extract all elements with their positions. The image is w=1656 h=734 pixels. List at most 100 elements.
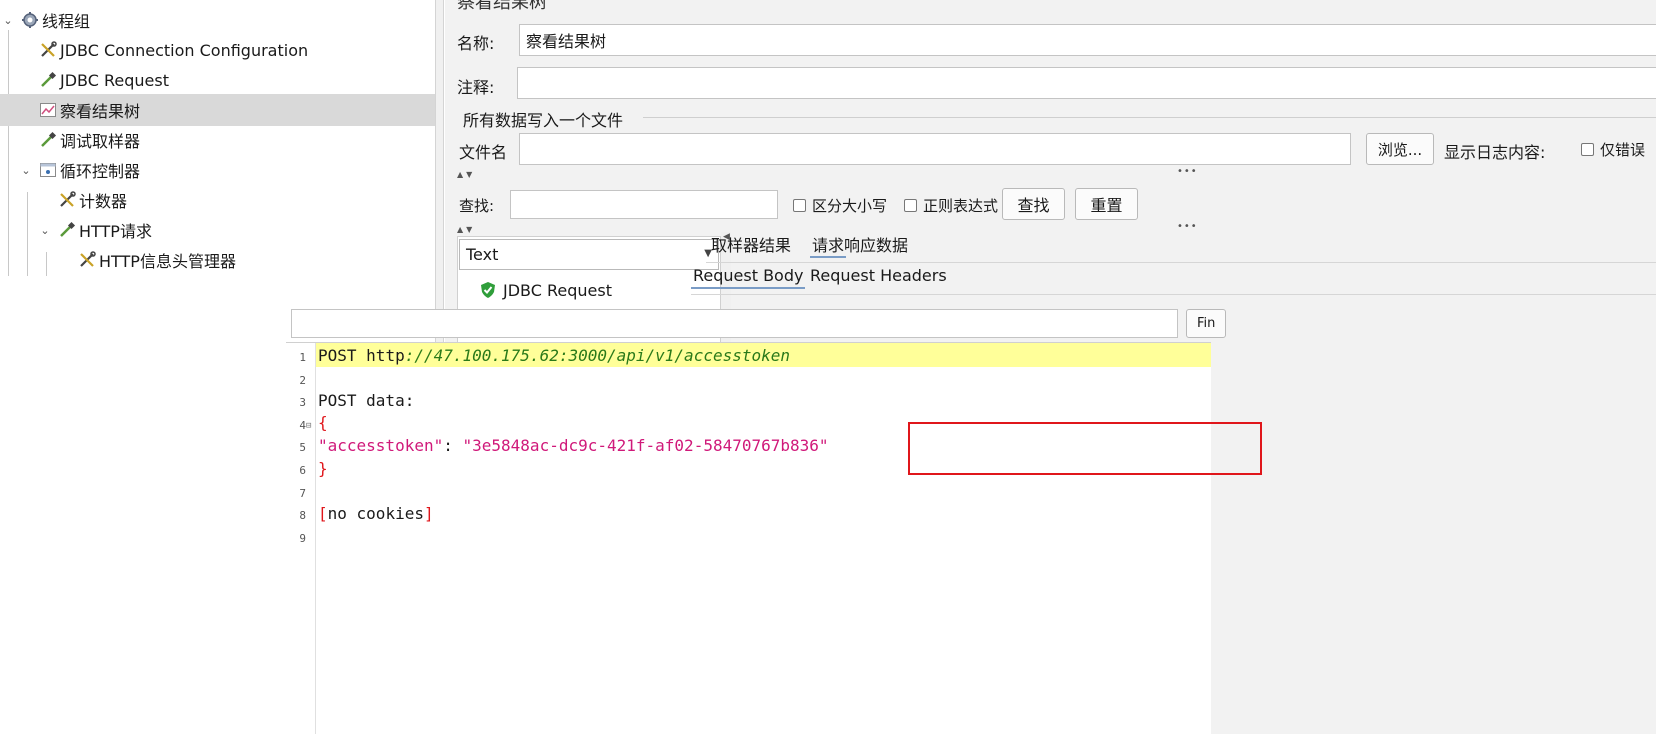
subtab-divider [691,294,1656,295]
tab-request[interactable]: 请求 [810,232,847,258]
tree-item-label: 线程组 [42,12,91,31]
comment-field[interactable] [517,67,1656,99]
filename-field[interactable] [519,133,1351,165]
checkbox-box[interactable] [793,199,806,212]
http-method: POST [318,345,367,365]
tree-item-counter[interactable]: 计数器 [0,184,435,216]
fold-toggle-icon[interactable]: ⊟ [306,421,311,431]
line-number-gutter: 1 2 3 4 ⊟ 5 6 7 8 9 [286,343,316,734]
chevron-down-icon[interactable]: ⌄ [20,164,32,177]
tree-item-label: 计数器 [79,192,128,211]
checkbox-box[interactable] [1581,143,1594,156]
tree-item-label: 循环控制器 [60,162,141,181]
name-field-value: 察看结果树 [526,32,607,51]
tab-divider [706,262,1656,263]
line-number: 1 [299,351,306,364]
result-item[interactable]: JDBC Request [457,274,721,306]
section-divider [643,117,1656,118]
tree-item-label: JDBC Connection Configuration [60,40,309,60]
line-number: 4 [299,418,306,432]
tree-item-label: JDBC Request [60,70,169,90]
browse-button[interactable]: 浏览... [1366,133,1434,165]
checkbox-box[interactable] [904,199,917,212]
regex-label: 正则表达式 [923,197,999,215]
json-brace: { [318,413,328,433]
body-find-button[interactable]: Fin [1186,309,1226,338]
name-label: 名称: [457,34,495,53]
reset-button[interactable]: 重置 [1075,188,1138,220]
renderer-select[interactable]: Text ▼ [459,239,719,270]
case-sensitive-label: 区分大小写 [812,197,888,215]
case-sensitive-checkbox[interactable]: 区分大小写 [793,195,887,216]
tree-item-jdbc-request[interactable]: JDBC Request [0,64,435,96]
regex-checkbox[interactable]: 正则表达式 [904,195,998,216]
line-number: 6 [299,464,306,477]
tab-request-headers[interactable]: Request Headers [808,266,949,285]
tree-item-http-request[interactable]: ⌄ HTTP请求 [0,214,435,246]
line-number: 8 [299,509,306,523]
line-number: 7 [299,486,306,500]
request-url: ://47.100.175.62:3000/api/v1/accesstoken [404,345,791,365]
chevron-down-icon[interactable]: ⌄ [2,14,14,27]
wrench-icon [57,190,77,210]
tab-sampler-result[interactable]: 取样器结果 [709,232,793,256]
pipette-icon [57,220,77,240]
line-number: 2 [299,373,306,387]
json-value: "3e5848ac-dc9c-421f-af02-58470767b836" [462,435,829,455]
file-section-title: 所有数据写入一个文件 [463,111,624,130]
line-number: 9 [299,531,306,545]
bracket: [ [318,503,328,523]
log-content-label: 显示日志内容: [1444,143,1546,162]
panel-title: 察看结果树 [457,0,547,13]
tree-item-label: HTTP信息头管理器 [99,252,236,271]
tab-response-data[interactable]: 响应数据 [842,232,910,256]
tree-item-label: 调试取样器 [60,132,141,151]
wrench-icon [77,250,97,270]
divider-grip-icon: ••• [1177,166,1198,177]
code-line: POST http://47.100.175.62:3000/api/v1/ac… [316,343,1211,367]
pipette-icon [38,70,58,90]
code-text: POST data: [318,390,415,410]
errors-only-checkbox[interactable]: 仅错误 [1581,139,1645,160]
controller-icon [38,160,58,180]
url-scheme: http [366,345,405,365]
json-separator: : [443,435,463,455]
bracket: ] [423,503,434,523]
collapse-divider[interactable]: ▲▼ ••• [457,166,1656,182]
line-number: 3 [299,396,306,410]
filename-label: 文件名 [459,143,508,162]
search-input[interactable] [510,190,778,219]
gear-icon [20,10,40,30]
request-body-editor[interactable]: 1 2 3 4 ⊟ 5 6 7 8 9 POST http://47.100.175.62:300… [286,342,1211,734]
errors-only-label: 仅错误 [1600,141,1646,159]
body-search-input[interactable] [291,309,1178,338]
name-field[interactable]: 察看结果树 [519,24,1656,56]
collapse-arrows-icon[interactable]: ▲▼ [457,170,475,179]
wrench-icon [38,40,58,60]
tree-item-label: 察看结果树 [60,102,141,121]
tree-item-thread-group[interactable]: ⌄ 线程组 [0,4,435,36]
success-shield-icon [479,281,497,299]
cookies-text: no cookies [327,503,424,523]
pipette-icon [38,130,58,150]
tree-item-jdbc-connection-configuration[interactable]: JDBC Connection Configuration [0,34,435,66]
chevron-down-icon[interactable]: ⌄ [39,224,51,237]
tree-item-label: HTTP请求 [79,222,152,241]
tree-item-http-header-manager[interactable]: HTTP信息头管理器 [0,244,435,276]
tree-item-debug-sampler[interactable]: 调试取样器 [0,124,435,156]
renderer-select-value: Text [466,245,499,264]
comment-label: 注释: [457,78,495,97]
json-brace: } [318,458,328,478]
search-label: 查找: [459,197,495,215]
tree-item-view-results-tree[interactable]: 察看结果树 [0,94,435,126]
result-item-label: JDBC Request [503,280,612,300]
json-key: "accesstoken" [318,435,444,455]
graph-icon [38,100,58,120]
collapse-arrows-icon[interactable]: ▲▼ [457,225,475,234]
tree-item-loop-controller[interactable]: ⌄ 循环控制器 [0,154,435,186]
find-button[interactable]: 查找 [1002,188,1065,220]
highlight-annotation-box [908,422,1262,475]
